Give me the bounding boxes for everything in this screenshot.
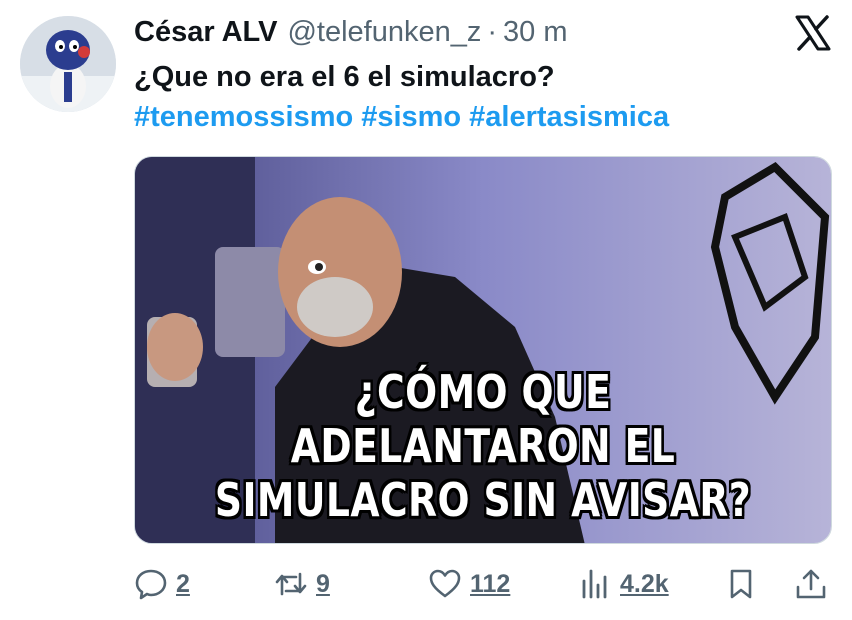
- views-count: 4.2k: [620, 569, 669, 598]
- caption-line: SIMULACRO SIN AVISAR?: [214, 473, 752, 527]
- views-button[interactable]: 4.2k: [578, 562, 669, 606]
- x-logo-icon[interactable]: [794, 14, 832, 52]
- author-avatar[interactable]: [20, 16, 116, 112]
- share-button[interactable]: [794, 562, 828, 606]
- reply-count: 2: [176, 569, 190, 598]
- reply-button[interactable]: 2: [134, 562, 190, 606]
- separator-dot: ·: [487, 16, 498, 48]
- meme-caption: ¿CÓMO QUE ADELANTARON EL SIMULACRO SIN A…: [198, 365, 769, 527]
- repost-icon: [274, 567, 308, 601]
- views-icon: [578, 567, 612, 601]
- caption-line: ¿CÓMO QUE ADELANTARON EL: [290, 365, 676, 473]
- reply-icon: [134, 567, 168, 601]
- bookmark-icon: [724, 567, 758, 601]
- like-count: 112: [470, 569, 511, 598]
- hashtag-link[interactable]: #tenemossismo: [134, 101, 353, 133]
- tweet-header: César ALV @telefunken_z · 30 m: [134, 12, 568, 52]
- hashtag-link[interactable]: #sismo: [361, 101, 461, 133]
- hashtag-link[interactable]: #alertasismica: [469, 101, 669, 133]
- heart-icon: [428, 567, 462, 601]
- repost-count: 9: [316, 569, 330, 598]
- share-icon: [794, 567, 828, 601]
- bookmark-button[interactable]: [724, 562, 758, 606]
- avatar-image: [20, 16, 116, 112]
- tweet-text: ¿Que no era el 6 el simulacro?: [134, 61, 555, 93]
- tweet-time[interactable]: 30 m: [503, 12, 567, 52]
- author-name[interactable]: César ALV: [134, 12, 277, 52]
- tweet-media[interactable]: ¿CÓMO QUE ADELANTARON EL SIMULACRO SIN A…: [134, 156, 832, 544]
- like-button[interactable]: 112: [428, 562, 510, 606]
- author-handle[interactable]: @telefunken_z: [287, 12, 481, 52]
- repost-button[interactable]: 9: [274, 562, 330, 606]
- action-bar: 2 9 112 4.2k: [134, 562, 832, 606]
- hashtag-list: #tenemossismo #sismo #alertasismica: [134, 98, 677, 136]
